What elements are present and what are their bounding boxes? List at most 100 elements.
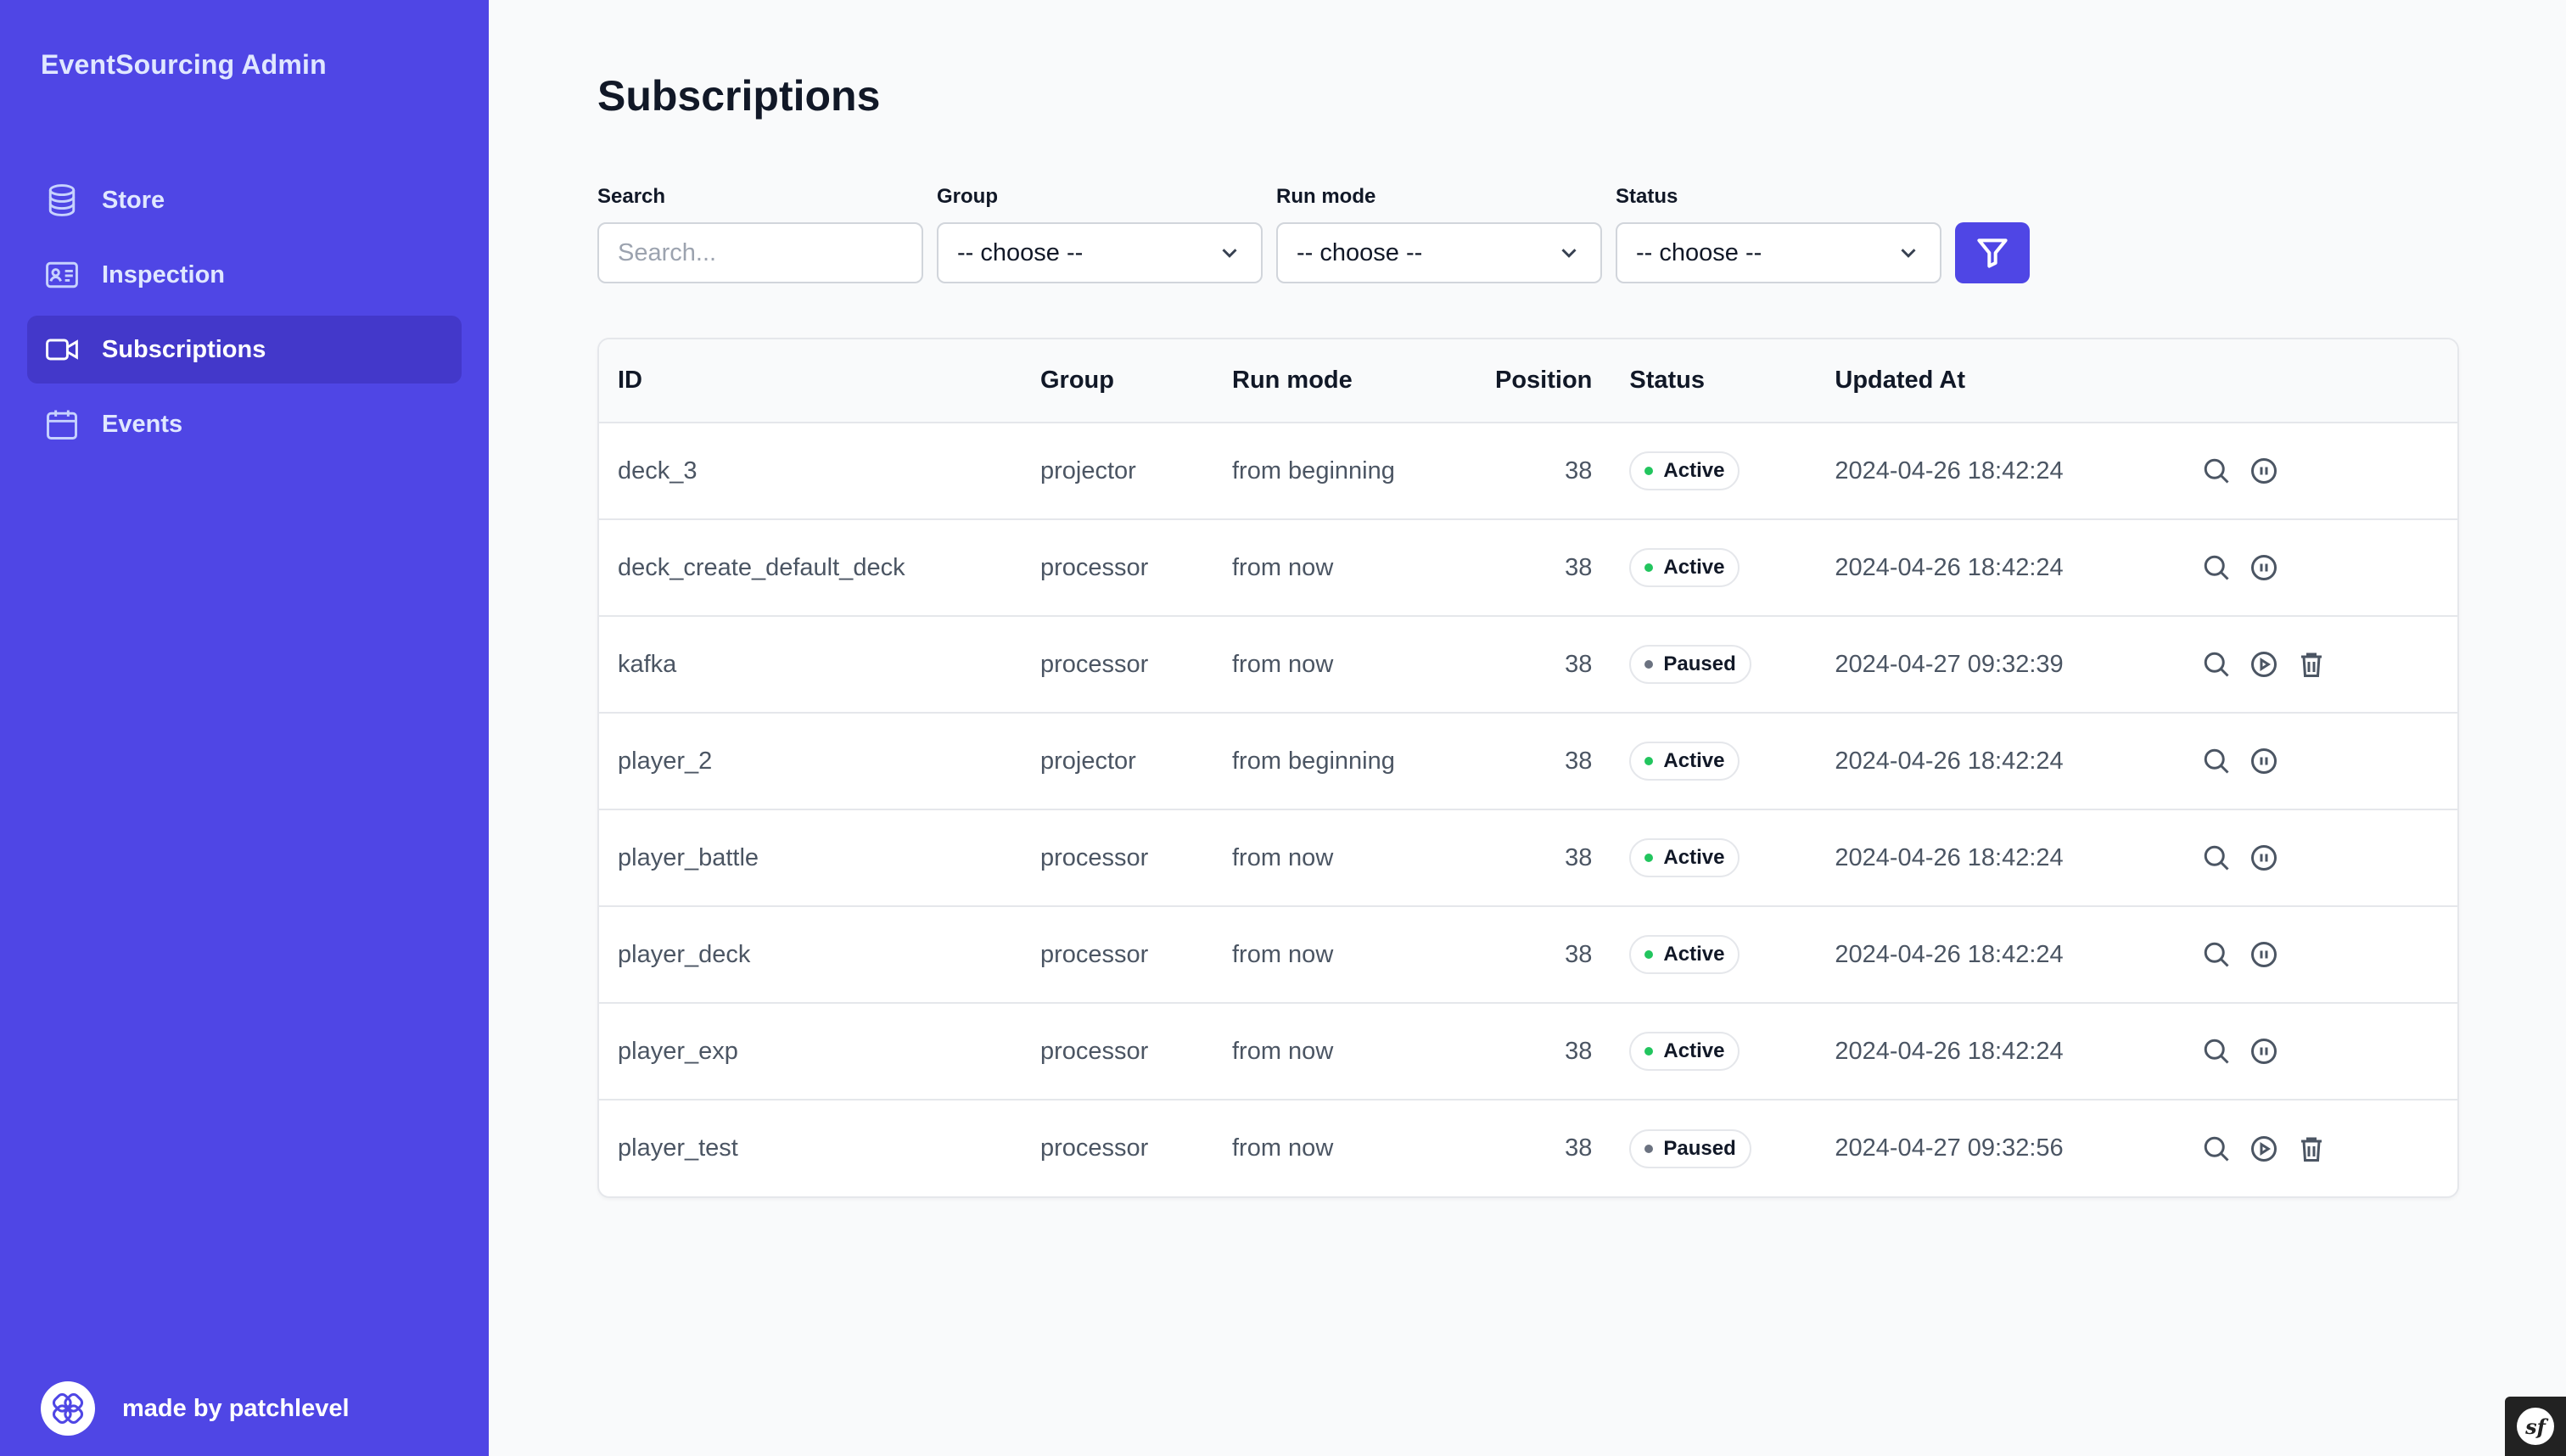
search-icon[interactable] (2201, 1134, 2232, 1164)
status-dot (1644, 757, 1654, 765)
search-icon[interactable] (2201, 939, 2232, 970)
cell-group: processor (1040, 940, 1149, 968)
app-brand[interactable]: EventSourcing Admin (41, 49, 327, 81)
play-icon[interactable] (2249, 1134, 2279, 1164)
filter-search: Search (597, 185, 923, 283)
symfony-icon: sf (2517, 1408, 2554, 1445)
pause-icon[interactable] (2249, 1036, 2279, 1067)
page-title: Subscriptions (597, 72, 881, 120)
search-icon[interactable] (2201, 843, 2232, 873)
cell-actions (2182, 423, 2457, 519)
search-icon[interactable] (2201, 456, 2232, 486)
cell-status: Paused (1611, 1100, 1816, 1196)
status-badge-label: Active (1663, 943, 1725, 966)
filter-submit-button[interactable] (1955, 222, 2030, 283)
trash-icon[interactable] (2296, 649, 2327, 680)
cell-group: projector (1040, 747, 1136, 775)
cell-actions (2182, 616, 2457, 713)
table-header-row: ID Group Run mode Position Status Update… (599, 339, 2457, 423)
column-header-position[interactable]: Position (1476, 339, 1611, 423)
cell-group: processor (1040, 843, 1149, 871)
cell-group: projector (1040, 456, 1136, 484)
status-dot (1644, 660, 1654, 669)
column-header-group[interactable]: Group (1022, 339, 1213, 423)
cell-group: processor (1040, 553, 1149, 581)
table-row: player_test processor from now 38 Paused… (599, 1100, 2457, 1196)
cell-updated-at: 2024-04-26 18:42:24 (1835, 940, 2064, 968)
table-row: kafka processor from now 38 Paused 2024-… (599, 616, 2457, 713)
status-badge-label: Active (1663, 556, 1725, 579)
run-mode-label: Run mode (1276, 185, 1376, 208)
cell-position: 38 (1565, 843, 1593, 871)
cell-actions (2182, 713, 2457, 809)
subscriptions-table: ID Group Run mode Position Status Update… (597, 338, 2459, 1198)
group-select[interactable]: -- choose -- (937, 222, 1263, 283)
column-header-id[interactable]: ID (599, 339, 1022, 423)
status-dot (1644, 1144, 1654, 1153)
sidebar-nav: Store Inspection Subscriptions Events (27, 166, 462, 465)
cell-id: player_2 (618, 747, 713, 775)
cell-status: Active (1611, 713, 1816, 809)
pause-icon[interactable] (2249, 456, 2279, 486)
cell-id: player_test (618, 1134, 738, 1162)
play-icon[interactable] (2249, 649, 2279, 680)
table-row: deck_create_default_deck processor from … (599, 519, 2457, 616)
pause-icon[interactable] (2249, 939, 2279, 970)
status-dot (1644, 563, 1654, 572)
status-badge: Active (1629, 742, 1740, 781)
trash-icon[interactable] (2296, 1134, 2327, 1164)
status-dot (1644, 950, 1654, 959)
sidebar-item-subscriptions[interactable]: Subscriptions (27, 316, 462, 384)
cell-run-mode: from now (1232, 650, 1334, 678)
column-header-status[interactable]: Status (1611, 339, 1816, 423)
search-icon[interactable] (2201, 1036, 2232, 1067)
chevron-down-icon (1561, 249, 1577, 258)
cell-status: Paused (1611, 616, 1816, 713)
cell-status: Active (1611, 1003, 1816, 1100)
status-select[interactable]: -- choose -- (1616, 222, 1941, 283)
filter-status: Status -- choose -- (1616, 185, 1941, 283)
sidebar-item-store[interactable]: Store (27, 166, 462, 234)
cell-position: 38 (1565, 940, 1593, 968)
search-input[interactable] (597, 222, 923, 283)
cell-position: 38 (1565, 456, 1593, 484)
filter-icon (1977, 238, 2008, 268)
sidebar-item-inspection[interactable]: Inspection (27, 241, 462, 309)
cell-actions (2182, 1003, 2457, 1100)
cell-run-mode: from now (1232, 1134, 1334, 1162)
cell-actions (2182, 809, 2457, 906)
pause-icon[interactable] (2249, 746, 2279, 776)
status-badge: Active (1629, 838, 1740, 877)
pause-icon[interactable] (2249, 843, 2279, 873)
cell-run-mode: from now (1232, 843, 1334, 871)
status-badge-label: Active (1663, 459, 1725, 482)
symfony-toolbar-toggle[interactable]: sf (2505, 1397, 2566, 1456)
status-badge: Active (1629, 935, 1740, 974)
column-header-updated-at[interactable]: Updated At (1816, 339, 2182, 423)
patchlevel-logo-icon (52, 1392, 84, 1425)
search-icon[interactable] (2201, 649, 2232, 680)
table-row: player_exp processor from now 38 Active … (599, 1003, 2457, 1100)
search-icon[interactable] (2201, 552, 2232, 583)
id-card-icon (42, 255, 81, 294)
cell-position: 38 (1565, 1037, 1593, 1065)
sidebar-item-events[interactable]: Events (27, 390, 462, 458)
run-mode-select[interactable]: -- choose -- (1276, 222, 1602, 283)
footer-text[interactable]: made by patchlevel (122, 1395, 350, 1423)
search-icon[interactable] (2201, 746, 2232, 776)
cell-updated-at: 2024-04-26 18:42:24 (1835, 747, 2064, 775)
cell-position: 38 (1565, 747, 1593, 775)
patchlevel-logo[interactable] (41, 1381, 95, 1436)
cell-actions (2182, 906, 2457, 1003)
sidebar-item-label: Subscriptions (102, 335, 266, 363)
status-badge-label: Active (1663, 846, 1725, 869)
status-badge: Paused (1629, 645, 1751, 684)
sidebar-item-label: Store (102, 186, 165, 214)
status-badge: Paused (1629, 1128, 1751, 1168)
filter-bar: Search Group -- choose -- Run mode -- ch… (597, 185, 2030, 283)
cell-position: 38 (1565, 1134, 1593, 1162)
column-header-run-mode[interactable]: Run mode (1213, 339, 1476, 423)
pause-icon[interactable] (2249, 552, 2279, 583)
cell-id: player_exp (618, 1037, 738, 1065)
cell-updated-at: 2024-04-26 18:42:24 (1835, 553, 2064, 581)
